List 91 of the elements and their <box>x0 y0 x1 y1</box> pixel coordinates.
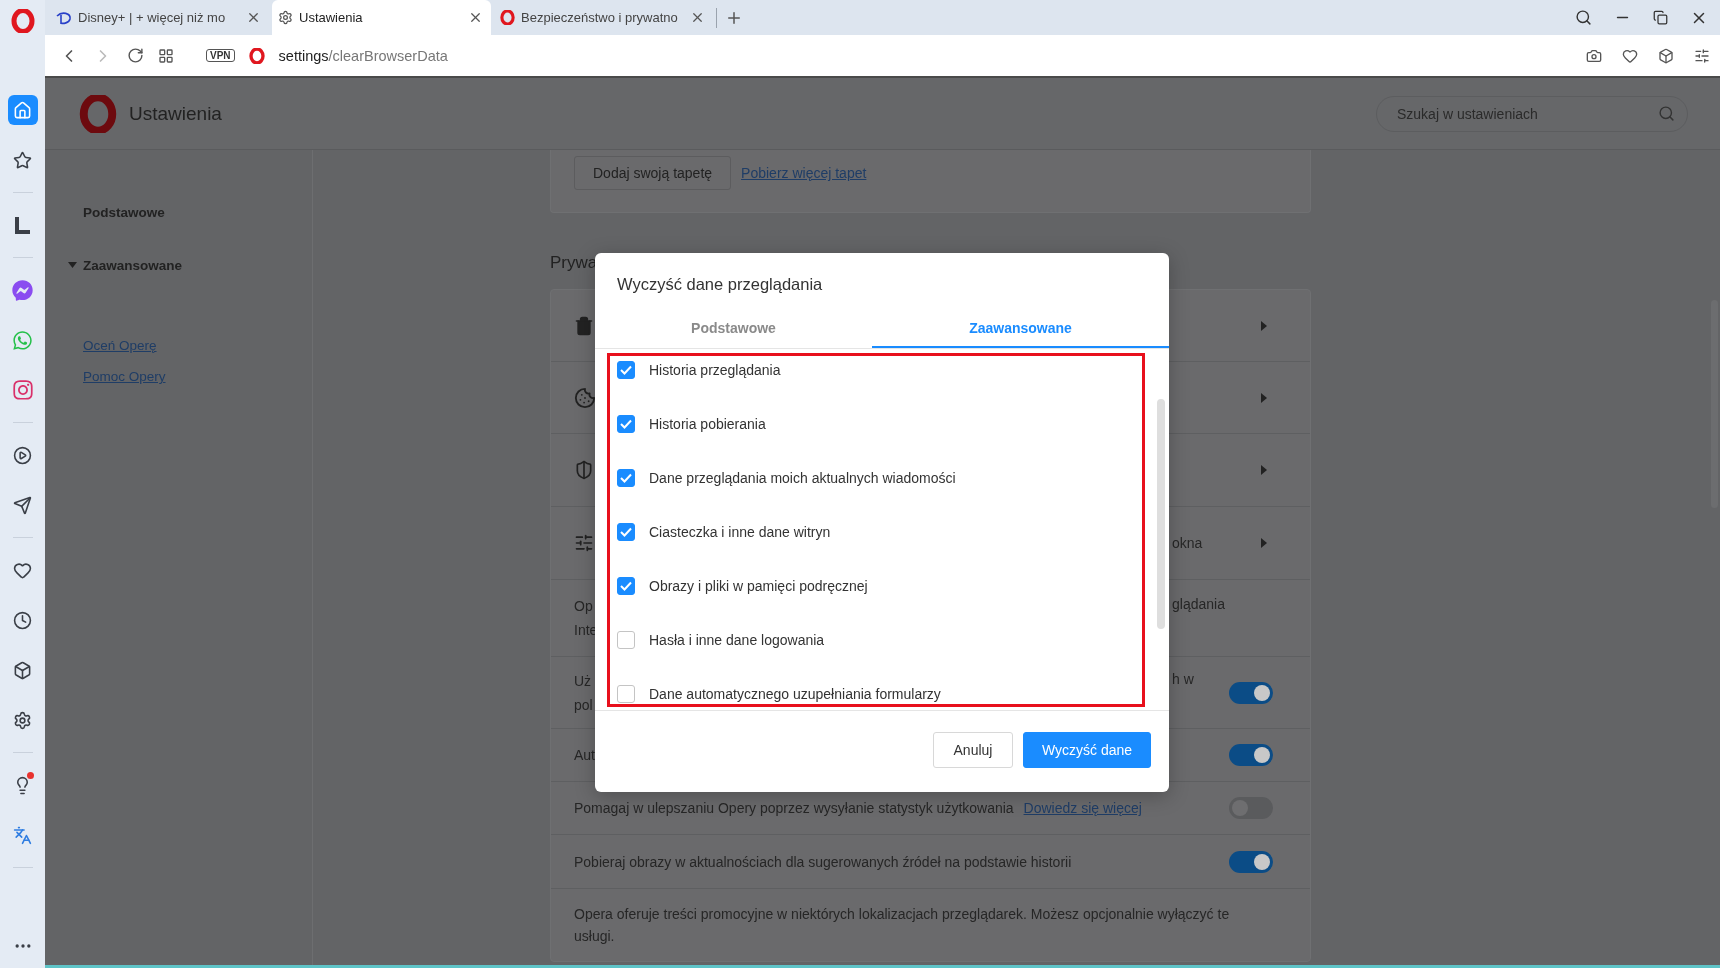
notification-dot <box>26 772 34 779</box>
tab-title: Disney+ | + więcej niż mo <box>78 10 227 25</box>
checkbox[interactable] <box>617 685 635 703</box>
dialog-tab[interactable]: Zaawansowane <box>872 309 1169 348</box>
clear-data-button[interactable]: Wyczyść dane <box>1023 731 1151 768</box>
trash-icon <box>574 315 594 336</box>
close-icon[interactable] <box>468 10 483 25</box>
checkbox-label: Obrazy i pliki w pamięci podręcznej <box>649 578 868 594</box>
tab-title: Bezpieczeństwo i prywatno <box>521 10 679 25</box>
checkbox[interactable] <box>617 469 635 487</box>
star-icon <box>13 150 32 170</box>
cube-icon <box>13 660 32 680</box>
shield-icon <box>574 460 594 480</box>
checkbox[interactable] <box>617 523 635 541</box>
toggle-switch[interactable] <box>1229 744 1273 766</box>
reload-icon[interactable] <box>127 47 144 64</box>
close-icon[interactable] <box>246 10 261 25</box>
dialog-title: Wyczyść dane przeglądania <box>616 274 824 295</box>
checkbox-label: Dane automatycznego uzupełniania formularzy <box>649 686 941 702</box>
messenger-icon <box>12 279 33 301</box>
sliders-icon <box>574 533 594 553</box>
corner-icon <box>13 215 32 235</box>
checkbox-label: Dane przeglądania moich aktualnych wiadomości <box>649 470 956 486</box>
toggle-switch[interactable] <box>1229 850 1273 873</box>
arc-icon <box>56 10 72 25</box>
settings-icon <box>278 10 293 25</box>
nav-link[interactable]: Oceń Operę <box>83 338 157 353</box>
chevron-icon <box>1261 538 1267 548</box>
play-icon <box>13 445 32 465</box>
browser-tab[interactable]: Disney+ | + więcej niż mo <box>50 0 269 35</box>
search-icon[interactable] <box>1575 9 1592 26</box>
nav-item[interactable]: Zaawansowane <box>68 255 312 275</box>
settings-icon <box>13 710 32 730</box>
more-wallpapers-link[interactable]: Pobierz więcej tapet <box>741 165 867 181</box>
checkbox[interactable] <box>617 577 635 595</box>
cookie-icon <box>574 386 596 409</box>
checkbox-label: Historia pobierania <box>649 416 766 432</box>
search-field[interactable]: Szukaj w ustawieniach <box>1376 95 1688 132</box>
address-field[interactable]: settings/clearBrowserData <box>278 47 448 64</box>
chevron-icon <box>1261 320 1267 331</box>
heart-icon <box>13 560 32 580</box>
clock-icon <box>13 610 32 630</box>
section-heading: Prywa <box>550 253 599 274</box>
row-text: okna <box>1172 534 1203 553</box>
add-wallpaper-button[interactable]: Dodaj swoją tapetę <box>574 156 732 190</box>
browser-tab[interactable]: Bezpieczeństwo i prywatno <box>494 0 713 35</box>
close-icon[interactable] <box>690 10 705 25</box>
dialog-tab[interactable]: Podstawowe <box>595 309 872 348</box>
checkbox-label: Ciasteczka i inne dane witryn <box>649 524 831 540</box>
row-text: Pomagaj w ulepszaniu Opery poprzez wysyłanie statystyk użytkowania Dowiedz się więcej <box>574 799 1142 818</box>
checkbox-label: Historia przeglądania <box>649 362 781 378</box>
opera-logo-icon <box>79 94 117 133</box>
sliders-icon[interactable] <box>1694 47 1710 64</box>
send-icon <box>13 495 32 515</box>
browser-tab[interactable]: Ustawienia <box>272 0 491 35</box>
opera-logo-icon <box>10 9 35 33</box>
cancel-button[interactable]: Anuluj <box>933 731 1013 768</box>
heart-icon[interactable] <box>1622 47 1638 64</box>
opera-logo-icon <box>248 47 265 64</box>
caret-icon <box>68 262 77 268</box>
row-text: glądania <box>1172 595 1225 614</box>
search-icon <box>1658 105 1675 122</box>
whatsapp-icon <box>12 329 33 351</box>
checkbox[interactable] <box>617 631 635 649</box>
row-text: Aut <box>574 746 595 765</box>
nav-link[interactable]: Pomoc Opery <box>83 369 166 384</box>
home-icon <box>13 100 32 120</box>
nav-item[interactable]: Podstawowe <box>83 202 312 222</box>
scrollbar-thumb[interactable] <box>1157 399 1165 629</box>
page-title: Ustawienia <box>129 102 222 125</box>
restore-icon[interactable] <box>1653 10 1668 25</box>
grid-icon[interactable] <box>158 47 174 64</box>
translate-icon <box>13 825 32 845</box>
chevron-icon <box>1261 465 1267 475</box>
checkbox-label: Hasła i inne dane logowania <box>649 632 825 648</box>
tab-title: Ustawienia <box>299 10 364 25</box>
chevron-icon <box>1261 392 1267 403</box>
vpn-badge[interactable]: VPN <box>206 49 235 62</box>
promo-text: Opera oferuje treści promocyjne w niektórych lokalizacjach przeglądarek. Możesz opcjonalnie wyłączyć te usługi. <box>573 905 1231 946</box>
camera-icon[interactable] <box>1586 47 1602 64</box>
row-text: Pobieraj obrazy w aktualnościach dla sugerowanych źródeł na podstawie historii <box>574 852 1072 872</box>
row-text: h w <box>1172 670 1194 689</box>
learn-more-link[interactable]: Dowiedz się więcej <box>1023 800 1142 816</box>
checkbox[interactable] <box>617 415 635 433</box>
checkbox[interactable] <box>617 361 635 379</box>
row-text: Uż pol <box>574 671 593 715</box>
cube-icon[interactable] <box>1658 47 1674 64</box>
toggle-switch[interactable] <box>1229 681 1273 704</box>
instagram-icon <box>11 379 34 401</box>
search-input[interactable]: Szukaj w ustawieniach <box>1395 96 1658 131</box>
opera-logo-icon <box>500 10 515 25</box>
